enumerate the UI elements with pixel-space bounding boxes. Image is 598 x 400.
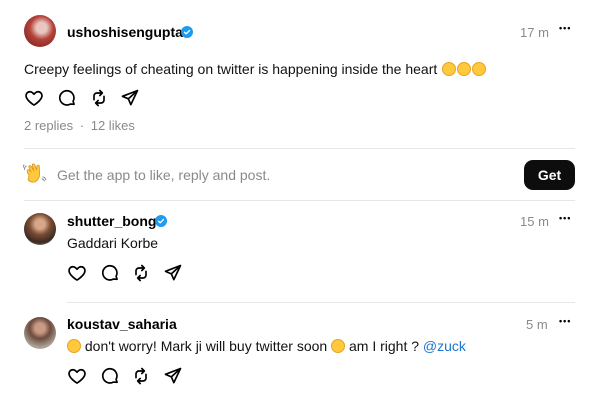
divider (24, 200, 575, 201)
like-heart-icon[interactable] (67, 366, 87, 386)
divider (24, 148, 575, 149)
avatar[interactable] (24, 317, 56, 349)
post-text-content: Creepy feelings of cheating on twitter i… (24, 61, 438, 77)
like-heart-icon[interactable] (24, 88, 44, 108)
laughing-emoji-icon (442, 62, 457, 76)
laughing-emoji-icon (472, 62, 487, 76)
reply-time: 5 m (526, 317, 548, 332)
repost-icon[interactable] (131, 366, 151, 386)
mention-link[interactable]: @zuck (423, 338, 466, 354)
share-send-icon[interactable] (163, 366, 183, 386)
verified-badge-icon (181, 25, 193, 43)
waving-hand-icon (22, 161, 47, 192)
reply-time: 15 m (520, 214, 549, 229)
laughing-emoji-icon (457, 62, 472, 76)
replies-count-link[interactable]: 2 replies (24, 118, 73, 133)
username[interactable]: shutter_bong (67, 213, 156, 229)
reply-comment-icon[interactable] (100, 366, 120, 386)
stats-separator: · (79, 118, 85, 133)
reply-text: don't worry! Mark ji will buy twitter so… (67, 338, 466, 354)
post-stats: 2 replies · 12 likes (24, 118, 135, 133)
share-send-icon[interactable] (120, 88, 140, 108)
reply-text: Gaddari Korbe (67, 235, 159, 251)
app-banner-text: Get the app to like, reply and post. (57, 167, 271, 183)
username[interactable]: koustav_saharia (67, 316, 177, 332)
get-app-button[interactable]: Get (524, 160, 575, 190)
reply-text-part: don't worry! Mark ji will buy twitter so… (81, 338, 332, 354)
divider (67, 302, 575, 303)
repost-icon[interactable] (89, 88, 109, 108)
verified-badge-icon (155, 214, 167, 232)
avatar[interactable] (24, 15, 56, 47)
post-time: 17 m (520, 25, 549, 40)
share-send-icon[interactable] (163, 263, 183, 283)
reply-text-part: am I right ? (345, 338, 423, 354)
username[interactable]: ushoshisengupta (67, 24, 183, 40)
more-options-icon[interactable]: ••• (559, 213, 571, 223)
avatar[interactable] (24, 213, 56, 245)
more-options-icon[interactable]: ••• (559, 23, 571, 33)
grinning-emoji-icon (331, 339, 346, 353)
reply-comment-icon[interactable] (57, 88, 77, 108)
likes-count-link[interactable]: 12 likes (91, 118, 135, 133)
post-text: Creepy feelings of cheating on twitter i… (24, 61, 487, 77)
reply-comment-icon[interactable] (100, 263, 120, 283)
grinning-emoji-icon (67, 339, 81, 353)
more-options-icon[interactable]: ••• (559, 316, 571, 326)
like-heart-icon[interactable] (67, 263, 87, 283)
repost-icon[interactable] (131, 263, 151, 283)
